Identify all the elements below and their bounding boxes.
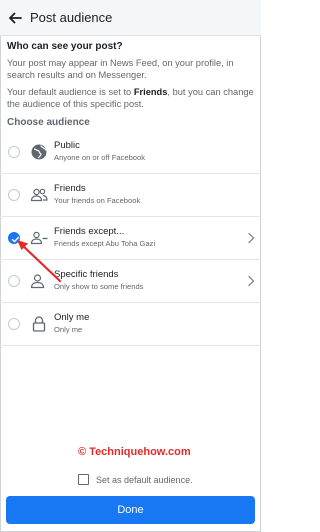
option-title: Only me <box>54 312 90 323</box>
friends-except-icon <box>30 231 48 245</box>
info-text-default: Your default audience is set to Friends,… <box>7 87 254 109</box>
top-bar: Post audience <box>0 0 261 36</box>
radio-friends-except[interactable] <box>8 232 20 244</box>
option-title: Specific friends <box>54 269 119 280</box>
option-title: Friends except... <box>54 226 125 237</box>
chevron-right-icon <box>248 232 255 244</box>
lock-icon <box>32 316 46 332</box>
audience-option-public[interactable]: Public Anyone on or off Facebook <box>0 131 261 174</box>
checkmark-icon <box>11 236 19 242</box>
set-default-label: Set as default audience. <box>96 474 193 485</box>
option-subtitle: Only me <box>54 325 83 334</box>
specific-friends-icon <box>30 274 45 289</box>
done-button[interactable]: Done <box>6 496 255 524</box>
option-subtitle: Friends except Abu Toha Gazi <box>54 239 156 248</box>
radio-specific-friends[interactable] <box>8 275 20 287</box>
audience-option-friends[interactable]: Friends Your friends on Facebook <box>0 174 261 217</box>
set-default-checkbox[interactable] <box>78 474 89 485</box>
page-title: Post audience <box>30 10 113 25</box>
radio-public[interactable] <box>8 146 20 158</box>
info-text-feed: Your post may appear in News Feed, on yo… <box>7 58 234 80</box>
audience-option-only-me[interactable]: Only me Only me <box>0 303 261 346</box>
back-button[interactable] <box>0 0 30 36</box>
option-title: Friends <box>54 183 86 194</box>
option-subtitle: Anyone on or off Facebook <box>54 153 146 162</box>
audience-option-specific-friends[interactable]: Specific friends Only show to some frien… <box>0 260 261 303</box>
option-subtitle: Your friends on Facebook <box>54 196 141 205</box>
back-arrow-icon <box>9 12 22 23</box>
friends-icon <box>30 188 48 202</box>
choose-audience-heading: Choose audience <box>7 117 90 128</box>
chevron-right-icon <box>248 275 255 287</box>
audience-option-friends-except[interactable]: Friends except... Friends except Abu Toh… <box>0 217 261 260</box>
globe-icon <box>31 144 47 160</box>
question-heading: Who can see your post? <box>7 41 123 52</box>
watermark: © Techniquehow.com <box>78 446 191 458</box>
radio-only-me[interactable] <box>8 318 20 330</box>
radio-friends[interactable] <box>8 189 20 201</box>
option-title: Public <box>54 140 80 151</box>
option-subtitle: Only show to some friends <box>54 282 144 291</box>
set-default-row[interactable]: Set as default audience. <box>78 474 193 485</box>
